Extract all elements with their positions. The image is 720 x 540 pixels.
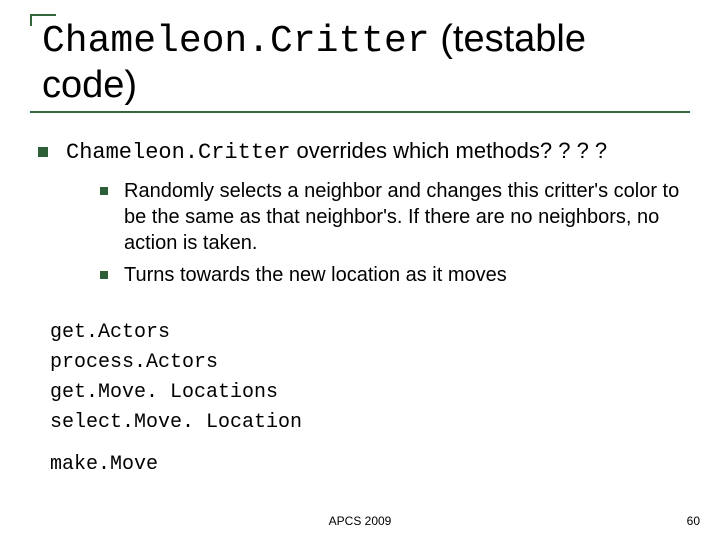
method-item: select.Move. Location xyxy=(50,408,690,438)
method-item: make.Move xyxy=(50,450,690,480)
slide-body: Chameleon.Critter overrides which method… xyxy=(30,137,690,480)
subpoint-1: Randomly selects a neighbor and changes … xyxy=(100,178,690,256)
title-accent-left xyxy=(30,14,32,26)
question-text: Chameleon.Critter overrides which method… xyxy=(66,137,607,168)
slide-title: Chameleon.Critter (testable code) xyxy=(42,18,690,107)
bullet-square-icon xyxy=(100,187,108,195)
methods-list: get.Actors process.Actors get.Move. Loca… xyxy=(38,318,690,480)
title-code: Chameleon.Critter xyxy=(42,20,430,63)
subpoint-2-text: Turns towards the new location as it mov… xyxy=(124,262,507,288)
title-accent-top xyxy=(30,14,56,16)
page-number: 60 xyxy=(687,514,700,528)
bullet-square-icon xyxy=(100,271,108,279)
title-block: Chameleon.Critter (testable code) xyxy=(30,18,690,113)
method-separator xyxy=(50,438,690,450)
bullet-question: Chameleon.Critter overrides which method… xyxy=(38,137,690,168)
slide: Chameleon.Critter (testable code) Chamel… xyxy=(0,0,720,540)
method-item: get.Move. Locations xyxy=(50,378,690,408)
bullet-square-icon xyxy=(38,147,48,157)
question-code: Chameleon.Critter xyxy=(66,140,290,165)
subpoint-group: Randomly selects a neighbor and changes … xyxy=(100,178,690,288)
subpoint-1-text: Randomly selects a neighbor and changes … xyxy=(124,178,690,256)
footer-center: APCS 2009 xyxy=(0,514,720,528)
method-item: get.Actors xyxy=(50,318,690,348)
question-rest: overrides which methods? ? ? ? xyxy=(290,138,607,163)
subpoint-2: Turns towards the new location as it mov… xyxy=(100,262,690,288)
method-item: process.Actors xyxy=(50,348,690,378)
